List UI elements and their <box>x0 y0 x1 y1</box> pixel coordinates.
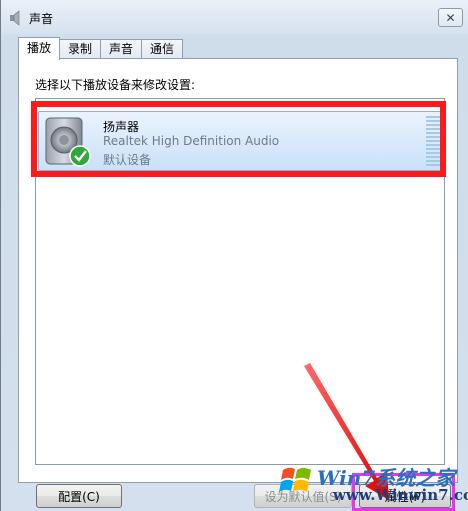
playback-panel: 选择以下播放设备来修改设置: 扬声器 Realtek High Definiti… <box>18 58 458 483</box>
tab-sounds[interactable]: 声音 <box>100 39 143 59</box>
device-item-speakers[interactable]: 扬声器 Realtek High Definition Audio 默认设备 <box>38 111 443 171</box>
instruction-text: 选择以下播放设备来修改设置: <box>35 78 196 92</box>
device-status: 默认设备 <box>103 153 152 167</box>
tab-playback[interactable]: 播放 <box>18 37 61 60</box>
tab-strip: 播放 录制 声音 通信 <box>18 37 184 60</box>
configure-button[interactable]: 配置(C) <box>36 484 122 508</box>
set-default-button[interactable]: 设为默认值(S) <box>254 484 352 508</box>
device-name: 扬声器 <box>103 120 140 134</box>
speaker-icon <box>45 117 91 167</box>
title-bar[interactable]: 声音 ✕ <box>1 0 468 34</box>
device-list[interactable]: 扬声器 Realtek High Definition Audio 默认设备 <box>35 98 445 465</box>
tab-communications[interactable]: 通信 <box>141 39 184 59</box>
close-button[interactable]: ✕ <box>438 8 463 27</box>
close-icon: ✕ <box>445 10 456 25</box>
device-description: Realtek High Definition Audio <box>103 134 280 148</box>
green-check-icon <box>69 145 91 167</box>
properties-button[interactable]: 属性(P) <box>359 484 451 508</box>
window-title: 声音 <box>29 12 54 26</box>
volume-level-meter <box>426 116 440 166</box>
sound-dialog: 声音 ✕ 播放 录制 声音 通信 选择以下播放设备来修改设置: 扬声器 Real… <box>0 0 468 511</box>
speaker-title-icon <box>10 10 20 26</box>
tab-recording[interactable]: 录制 <box>59 39 102 59</box>
